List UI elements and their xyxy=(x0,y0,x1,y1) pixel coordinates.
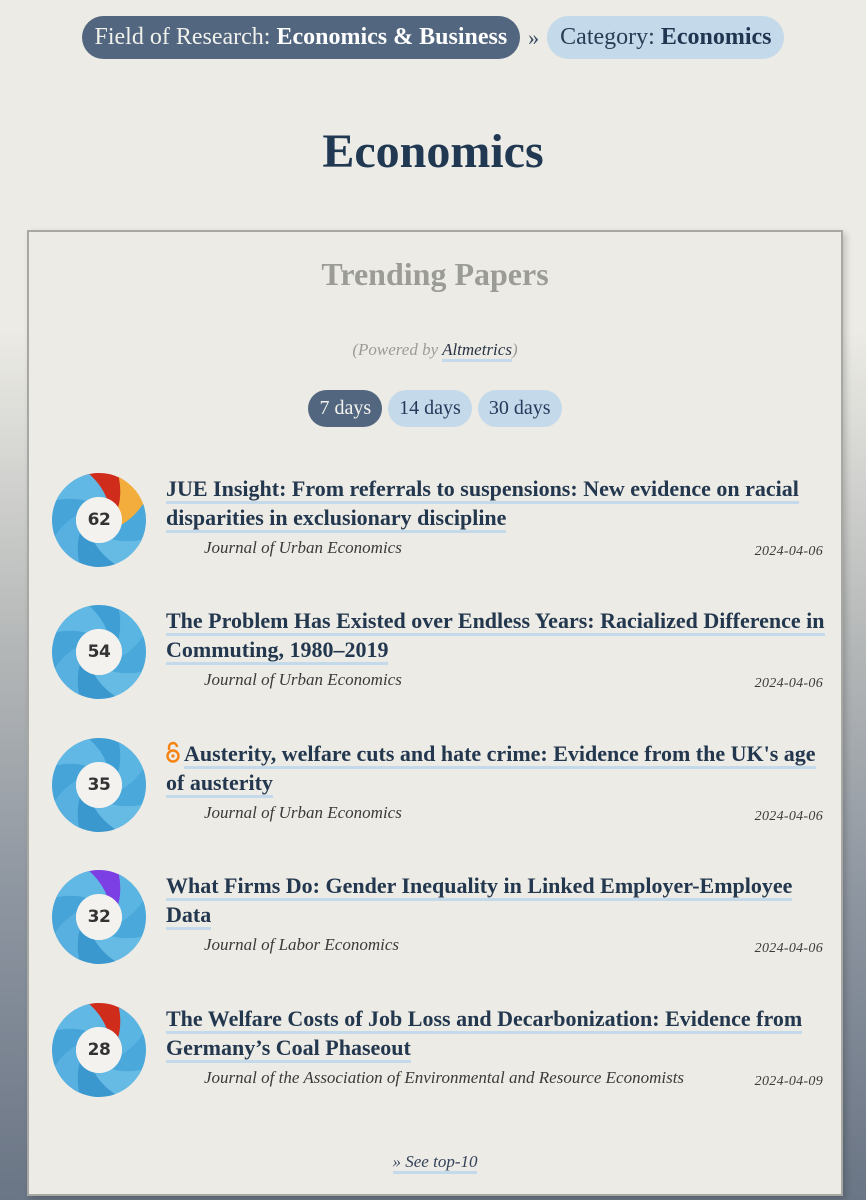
breadcrumb-field-of-research[interactable]: Field of Research: Economics & Business xyxy=(81,16,521,59)
see-top-10: » See top-10 xyxy=(29,1152,841,1174)
trending-papers-card: Trending Papers (Powered by Altmetrics) … xyxy=(27,230,843,1196)
paper-title: Austerity, welfare cuts and hate crime: … xyxy=(166,739,826,798)
altmetric-score: 35 xyxy=(87,775,111,795)
paper-title: What Firms Do: Gender Inequality in Link… xyxy=(166,871,826,930)
breadcrumb-field-prefix: Field of Research: xyxy=(94,24,271,50)
paper-title: The Welfare Costs of Job Loss and Decarb… xyxy=(166,1004,826,1063)
paper-journal: Journal of Urban Economics xyxy=(204,670,402,689)
time-range-tabs: 7 days 14 days 30 days xyxy=(29,390,841,427)
altmetric-score: 54 xyxy=(87,642,111,662)
paper-title: The Problem Has Existed over Endless Yea… xyxy=(166,606,826,665)
see-top-10-link[interactable]: » See top-10 xyxy=(392,1152,478,1174)
paper-journal: Journal of Urban Economics xyxy=(204,538,402,557)
altmetric-donut-badge[interactable]: 54 xyxy=(51,604,147,700)
paper-date: 2024-04-06 xyxy=(754,676,823,691)
paper-date: 2024-04-06 xyxy=(754,544,823,559)
breadcrumb-category[interactable]: Category: Economics xyxy=(547,16,785,59)
paper-journal: Journal of the Association of Environmen… xyxy=(204,1068,685,1087)
paper-journal: Journal of Urban Economics xyxy=(204,803,402,822)
breadcrumb-field-value: Economics & Business xyxy=(276,24,508,50)
paper-date: 2024-04-06 xyxy=(754,809,823,824)
tab-14-days[interactable]: 14 days xyxy=(388,390,472,427)
paper-date: 2024-04-06 xyxy=(754,941,823,956)
paper-title-link[interactable]: The Welfare Costs of Job Loss and Decarb… xyxy=(166,1006,803,1063)
powered-suffix: ) xyxy=(511,340,518,359)
paper-item: 32 What Firms Do: Gender Inequality in Li… xyxy=(49,869,829,979)
paper-title-link[interactable]: JUE Insight: From referrals to suspensio… xyxy=(166,476,799,533)
paper-title-link[interactable]: Austerity, welfare cuts and hate crime: … xyxy=(166,741,816,798)
paper-item: 54 The Problem Has Existed over Endless Y… xyxy=(49,604,829,714)
paper-date: 2024-04-09 xyxy=(754,1074,823,1089)
powered-prefix: (Powered by xyxy=(352,340,443,359)
breadcrumb-category-prefix: Category: xyxy=(560,24,655,50)
altmetric-score: 28 xyxy=(87,1040,111,1060)
altmetrics-link[interactable]: Altmetrics xyxy=(442,340,512,362)
altmetric-donut-badge[interactable]: 35 xyxy=(51,737,147,833)
breadcrumb-separator: » xyxy=(528,24,540,50)
altmetric-donut-badge[interactable]: 62 xyxy=(51,472,147,568)
paper-item: 35 Austerity, welfare cuts and hate crime… xyxy=(49,737,829,847)
paper-item: 28 The Welfare Costs of Job Loss and Deca… xyxy=(49,1002,829,1112)
breadcrumb: Field of Research: Economics & Business … xyxy=(0,16,866,59)
paper-title: JUE Insight: From referrals to suspensio… xyxy=(166,474,826,533)
altmetric-score: 62 xyxy=(87,510,111,530)
paper-journal: Journal of Labor Economics xyxy=(204,935,400,954)
powered-by: (Powered by Altmetrics) xyxy=(29,340,841,362)
tab-7-days[interactable]: 7 days xyxy=(308,390,383,427)
paper-title-link[interactable]: What Firms Do: Gender Inequality in Link… xyxy=(166,873,793,930)
open-access-lock-icon xyxy=(166,741,180,763)
tab-30-days[interactable]: 30 days xyxy=(477,390,562,427)
paper-title-link[interactable]: The Problem Has Existed over Endless Yea… xyxy=(166,608,825,665)
altmetric-donut-badge[interactable]: 28 xyxy=(51,1002,147,1098)
altmetric-donut-badge[interactable]: 32 xyxy=(51,869,147,965)
paper-item: 62 JUE Insight: From referrals to suspens… xyxy=(49,472,829,582)
page-title: Economics xyxy=(322,125,544,178)
trending-title: Trending Papers xyxy=(321,256,549,292)
breadcrumb-category-value: Economics xyxy=(660,24,772,50)
altmetric-score: 32 xyxy=(87,907,111,927)
